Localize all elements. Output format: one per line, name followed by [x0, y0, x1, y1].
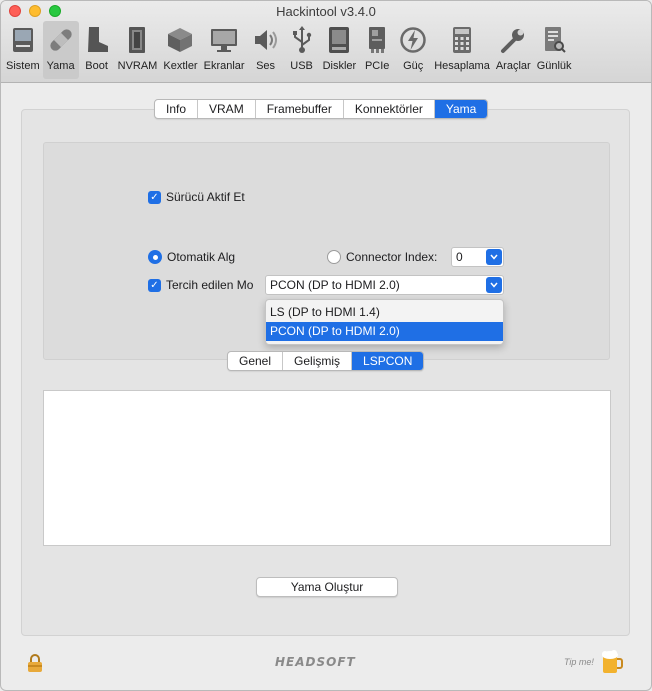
tab-gelismis[interactable]: Gelişmiş	[283, 352, 353, 370]
preferred-mode-label: Tercih edilen Mo	[166, 278, 254, 292]
toolbar-item-ses[interactable]: Ses	[248, 21, 284, 79]
tab-konnektorler[interactable]: Konnektörler	[344, 100, 435, 118]
checkmark-icon: ✓	[148, 190, 161, 204]
toolbar-item-yama[interactable]: Yama	[42, 21, 79, 79]
toolbar-item-pcie[interactable]: PCIe	[359, 21, 395, 79]
toolbar-item-label: Hesaplama	[434, 60, 490, 72]
toolbar-item-sistem[interactable]: Sistem	[3, 21, 43, 79]
dropdown-option[interactable]: LS (DP to HDMI 1.4)	[266, 303, 503, 322]
toolbar-item-hesaplama[interactable]: Hesaplama	[431, 21, 493, 79]
title-bar: Hackintool v3.4.0 Sistem Yama Boot NVRAM…	[1, 1, 651, 83]
log-document-icon	[539, 25, 569, 55]
toolbar-item-kextler[interactable]: Kextler	[160, 21, 200, 79]
speaker-icon	[251, 25, 281, 55]
brand-logo: HEADSOFT	[275, 655, 356, 669]
app-window: Hackintool v3.4.0 Sistem Yama Boot NVRAM…	[0, 0, 652, 691]
preferred-mode-checkbox[interactable]: ✓ Tercih edilen Mo	[148, 278, 253, 292]
tab-lspcon[interactable]: LSPCON	[352, 352, 424, 370]
pcie-card-icon	[362, 25, 392, 55]
beer-mug-icon[interactable]	[601, 649, 623, 678]
bandage-icon	[46, 25, 76, 55]
toolbar-item-nvram[interactable]: NVRAM	[115, 21, 161, 79]
toolbar-item-label: Boot	[85, 60, 108, 72]
calculator-icon	[447, 25, 477, 55]
top-tab-bar: Info VRAM Framebuffer Konnektörler Yama	[154, 99, 489, 119]
tip-me-label[interactable]: Tip me!	[564, 657, 594, 667]
boot-icon	[82, 25, 112, 55]
toolbar-item-guc[interactable]: Güç	[395, 21, 431, 79]
connector-index-combo[interactable]: 0	[451, 247, 504, 267]
power-bolt-icon	[398, 25, 428, 55]
toolbar-item-label: USB	[290, 60, 313, 72]
toolbar-item-label: Güç	[403, 60, 424, 72]
cube-icon	[165, 25, 195, 55]
connector-index-label: Connector Index:	[346, 250, 438, 264]
toolbar-item-label: Yama	[46, 60, 75, 72]
computer-icon	[8, 25, 38, 55]
chevron-down-icon[interactable]	[486, 249, 502, 265]
checkmark-icon: ✓	[148, 278, 161, 292]
toolbar-item-label: PCIe	[364, 60, 390, 72]
bottom-tab-bar: Genel Gelişmiş LSPCON	[227, 351, 425, 371]
toolbar-item-label: Araçlar	[495, 60, 531, 72]
memory-chip-icon	[122, 25, 152, 55]
toolbar-item-label: Kextler	[163, 60, 198, 72]
dropdown-option-selected[interactable]: PCON (DP to HDMI 2.0)	[266, 322, 503, 341]
monitor-icon	[209, 25, 239, 55]
toolbar-item-label: Ekranlar	[203, 60, 245, 72]
toolbar-item-boot[interactable]: Boot	[79, 21, 115, 79]
toolbar-item-label: NVRAM	[117, 60, 158, 72]
window-title: Hackintool v3.4.0	[276, 4, 376, 19]
toolbar-item-label: Günlük	[536, 60, 572, 72]
tab-info[interactable]: Info	[155, 100, 199, 118]
radio-selected-icon	[148, 250, 162, 264]
tab-framebuffer[interactable]: Framebuffer	[256, 100, 344, 118]
chevron-down-icon[interactable]	[486, 277, 502, 293]
connector-index-value: 0	[456, 250, 463, 264]
auto-detect-label: Otomatik Alg	[167, 250, 236, 264]
toolbar-item-label: Ses	[256, 60, 276, 72]
toolbar-item-label: Sistem	[6, 60, 40, 72]
toolbar-item-araclar[interactable]: Araçlar	[493, 21, 534, 79]
preferred-mode-dropdown: LS (DP to HDMI 1.4) PCON (DP to HDMI 2.0…	[265, 299, 504, 345]
enable-driver-checkbox[interactable]: ✓ Sürücü Aktif Et	[148, 190, 245, 204]
toolbar-item-label: Diskler	[322, 60, 357, 72]
toolbar-item-usb[interactable]: USB	[284, 21, 320, 79]
toolbar-item-diskler[interactable]: Diskler	[320, 21, 360, 79]
tab-yama[interactable]: Yama	[434, 100, 488, 118]
usb-icon	[287, 25, 317, 55]
generate-patch-button[interactable]: Yama Oluştur	[256, 577, 398, 597]
auto-detect-radio[interactable]: Otomatik Alg	[148, 250, 235, 264]
tab-genel[interactable]: Genel	[228, 352, 284, 370]
enable-driver-label: Sürücü Aktif Et	[166, 190, 245, 204]
preferred-mode-value: PCON (DP to HDMI 2.0)	[270, 278, 400, 292]
lock-icon[interactable]	[26, 653, 44, 676]
toolbar-item-ekranlar[interactable]: Ekranlar	[201, 21, 248, 79]
disk-icon	[324, 25, 354, 55]
tab-vram[interactable]: VRAM	[198, 100, 256, 118]
toolbar-item-gunluk[interactable]: Günlük	[534, 21, 575, 79]
preferred-mode-select[interactable]: PCON (DP to HDMI 2.0)	[265, 275, 504, 295]
radio-unselected-icon	[327, 250, 341, 264]
wrench-icon	[498, 25, 528, 55]
connector-index-radio[interactable]: Connector Index:	[327, 250, 437, 264]
patch-output-textarea[interactable]	[43, 390, 611, 546]
main-toolbar: Sistem Yama Boot NVRAM Kextler Ekranlar …	[3, 21, 575, 79]
